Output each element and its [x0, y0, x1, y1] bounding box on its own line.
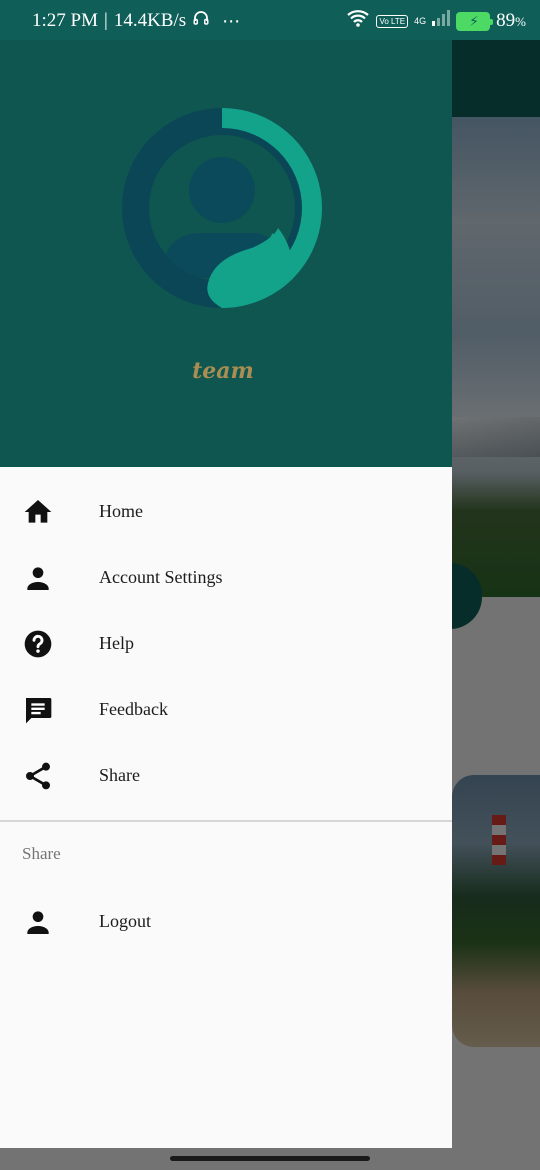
- battery-icon: ⚡: [456, 11, 494, 31]
- network-type: 4G: [414, 15, 427, 26]
- signal-icon: [432, 10, 451, 32]
- gesture-nav-handle[interactable]: [170, 1156, 370, 1161]
- menu-item-logout[interactable]: Logout: [0, 888, 452, 954]
- menu-item-label: Feedback: [99, 698, 168, 719]
- menu-item-label: Home: [99, 500, 143, 521]
- network-speed: 14.4KB/s: [113, 10, 187, 31]
- menu-item-label: Share: [99, 764, 140, 785]
- menu-item-share[interactable]: Share: [0, 742, 452, 808]
- status-time: 1:27 PM: [32, 10, 98, 31]
- volte-icon: Vo LTE: [376, 14, 409, 28]
- menu-item-label: Logout: [99, 910, 151, 931]
- drawer-header: team: [0, 40, 452, 467]
- section-header: Share: [22, 844, 61, 863]
- battery-percent: 89%: [496, 10, 526, 31]
- share-icon: [26, 762, 50, 790]
- menu-item-account-settings[interactable]: Account Settings: [0, 544, 452, 610]
- team-avatar-logo: [122, 108, 322, 308]
- person-icon: [27, 567, 49, 590]
- wifi-icon: [346, 9, 370, 33]
- menu-item-feedback[interactable]: Feedback: [0, 676, 452, 742]
- section-menu: Logout: [0, 888, 452, 954]
- menu-item-home[interactable]: Home: [0, 478, 452, 544]
- status-left: 1:27 PM | 14.4KB/s ⋯: [32, 9, 240, 33]
- team-label: team: [192, 358, 254, 384]
- drawer-menu: Home Account Settings Help Feedback Shar…: [0, 478, 452, 808]
- menu-item-label: Account Settings: [99, 566, 223, 587]
- status-right: Vo LTE 4G ⚡ 89%: [346, 9, 526, 33]
- menu-item-help[interactable]: Help: [0, 610, 452, 676]
- status-bar: 1:27 PM | 14.4KB/s ⋯ Vo LTE 4G ⚡ 89%: [0, 0, 540, 40]
- navigation-drawer: team Home Account Settings Help Feedback…: [0, 40, 452, 1148]
- menu-divider: [0, 820, 452, 822]
- help-icon: [24, 630, 52, 658]
- status-separator: |: [104, 10, 108, 31]
- more-notifications-icon: ⋯: [222, 10, 241, 32]
- headset-icon: [192, 9, 210, 33]
- feedback-icon: [26, 698, 52, 724]
- menu-item-label: Help: [99, 632, 134, 653]
- person-icon: [27, 911, 49, 934]
- home-icon: [24, 500, 52, 523]
